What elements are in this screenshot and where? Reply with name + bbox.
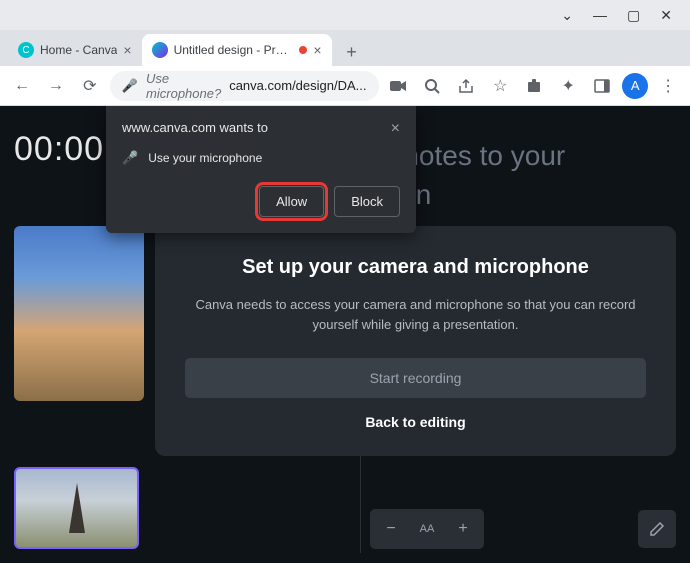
permission-dialog: www.canva.com wants to × 🎤 Use your micr… [106,106,416,233]
reload-button[interactable]: ⟳ [76,72,104,100]
tab-title: Untitled design - Presen [174,43,294,57]
decrease-text-button[interactable]: − [374,513,408,545]
canva-favicon-icon [152,42,168,58]
canva-favicon-icon: C [18,42,34,58]
camera-icon[interactable] [385,72,413,100]
url-text: canva.com/design/DA... [229,78,366,93]
window-minimize-icon[interactable]: — [593,7,607,23]
tab-strip: C Home - Canva × Untitled design - Prese… [0,30,690,66]
microphone-icon: 🎤 [122,150,138,166]
permission-prompt-text: Use microphone? [146,71,221,101]
text-size-label: AA [410,513,444,545]
edit-button[interactable] [638,510,676,548]
new-tab-button[interactable]: + [338,38,366,66]
eiffel-icon [69,483,85,533]
back-to-editing-link[interactable]: Back to editing [185,414,646,430]
close-icon[interactable]: × [391,120,400,138]
window-dropdown-icon[interactable]: ⌄ [561,7,573,24]
bottom-toolbar: − AA + [370,509,676,549]
extensions-icon[interactable] [520,72,548,100]
start-recording-button[interactable]: Start recording [185,358,646,398]
browser-toolbar: ← → ⟳ 🎤 Use microphone? canva.com/design… [0,66,690,106]
forward-button[interactable]: → [42,72,70,100]
tab-untitled-design[interactable]: Untitled design - Presen × [142,34,332,66]
page-content: 00:00 d notes to your sign Set up your c… [0,106,690,563]
slide-preview-large[interactable] [14,226,144,401]
window-maximize-icon[interactable]: ▢ [627,7,640,24]
menu-icon[interactable]: ⋮ [654,72,682,100]
slide-thumbnail-selected[interactable] [14,467,139,549]
increase-text-button[interactable]: + [446,513,480,545]
recording-indicator-icon [299,46,307,54]
block-button[interactable]: Block [334,186,400,217]
back-button[interactable]: ← [8,72,36,100]
text-size-group: − AA + [370,509,484,549]
permission-title: www.canva.com wants to [122,120,268,135]
divider [360,456,361,553]
address-bar[interactable]: 🎤 Use microphone? canva.com/design/DA... [110,71,379,101]
allow-button[interactable]: Allow [259,186,324,217]
permission-item: Use your microphone [148,151,262,165]
puzzle-icon[interactable]: ✦ [554,72,582,100]
bookmark-icon[interactable]: ☆ [486,72,514,100]
setup-modal: Set up your camera and microphone Canva … [155,226,676,456]
close-icon[interactable]: × [313,42,321,58]
window-controls: ⌄ — ▢ ✕ [0,0,690,30]
setup-description: Canva needs to access your camera and mi… [185,295,646,334]
close-icon[interactable]: × [123,42,131,58]
setup-title: Set up your camera and microphone [185,256,646,279]
sidepanel-icon[interactable] [588,72,616,100]
share-icon[interactable] [452,72,480,100]
mic-prompt-icon: 🎤 [122,78,138,94]
profile-avatar[interactable]: A [622,73,648,99]
recording-timer: 00:00 [14,130,104,169]
zoom-icon[interactable] [418,72,446,100]
tab-title: Home - Canva [40,43,117,57]
window-close-icon[interactable]: ✕ [660,7,672,24]
tab-home-canva[interactable]: C Home - Canva × [8,34,142,66]
